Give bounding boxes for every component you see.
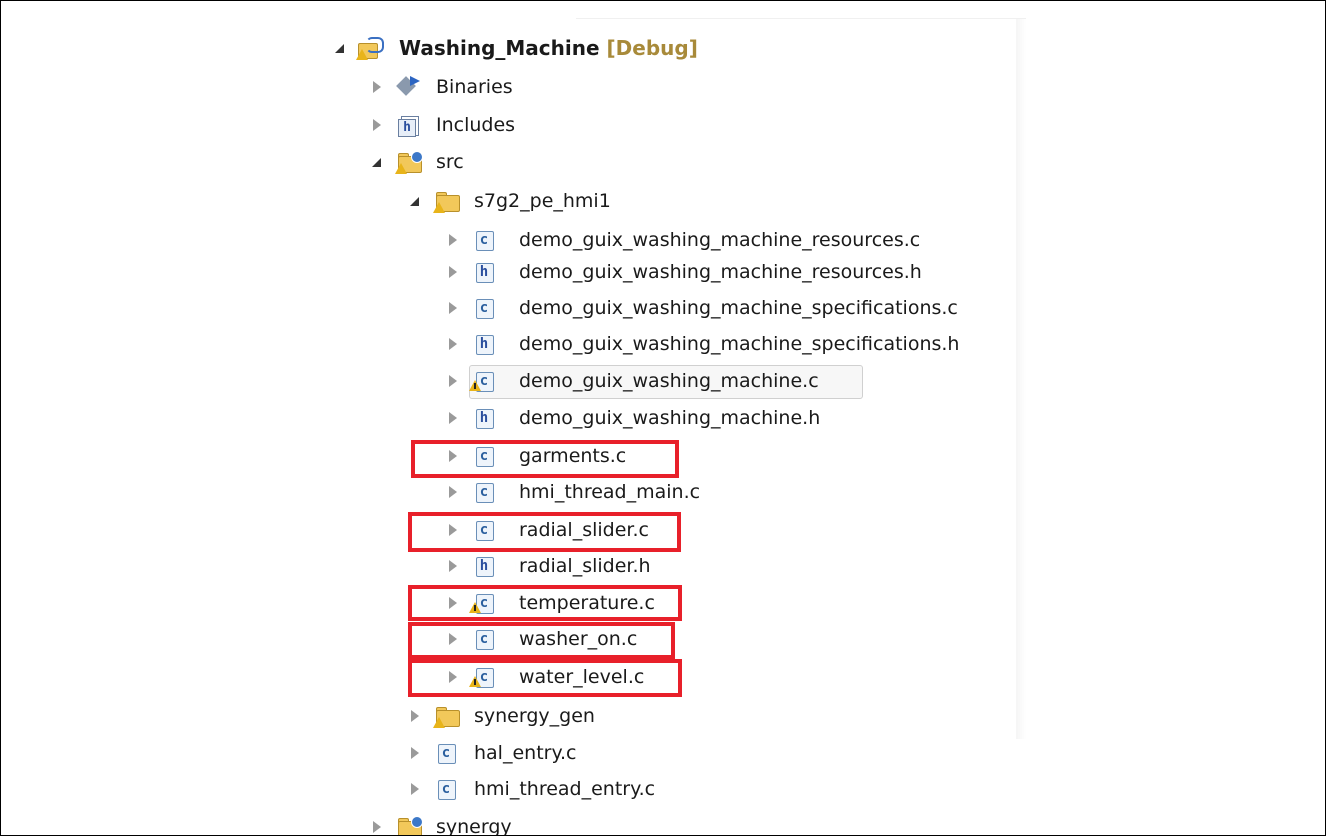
file-label: demo_guix_washing_machine.c [519, 370, 819, 392]
tree-item-label: hmi_thread_entry.c [474, 778, 656, 800]
collapse-arrow-icon[interactable] [447, 302, 459, 314]
build-config-label: [Debug] [606, 36, 698, 60]
source-folder-icon [395, 151, 423, 174]
tree-item-binaries[interactable]: Binaries [1, 69, 1325, 105]
c-file-icon: c [473, 297, 497, 319]
project-tree: Washing_Machine [Debug] Binaries h Inclu… [1, 1, 1325, 835]
h-file-icon: h [473, 407, 497, 429]
collapse-arrow-icon[interactable] [371, 821, 383, 833]
tree-item-label: hal_entry.c [474, 742, 577, 764]
tree-item-synergy[interactable]: synergy [1, 809, 1325, 836]
includes-icon: h [397, 114, 421, 137]
c-file-icon: c [473, 481, 497, 503]
collapse-arrow-icon[interactable] [409, 710, 421, 722]
tree-item-project[interactable]: Washing_Machine [Debug] [1, 30, 1325, 66]
c-project-icon [356, 37, 384, 60]
expand-arrow-icon[interactable] [409, 195, 421, 207]
file-label: hmi_thread_main.c [519, 481, 701, 503]
tree-item-label: Includes [436, 114, 516, 136]
tree-item-src[interactable]: src [1, 144, 1325, 180]
collapse-arrow-icon[interactable] [447, 338, 459, 350]
c-file-warning-icon: c [469, 370, 497, 392]
tree-item-file-selected[interactable]: c demo_guix_washing_machine.c [1, 363, 1325, 399]
tree-item-file[interactable]: h demo_guix_washing_machine.h [1, 400, 1325, 436]
tree-item-file[interactable]: h demo_guix_washing_machine_resources.h [1, 254, 1325, 290]
folder-icon [433, 705, 460, 728]
c-file-icon: c [435, 742, 459, 764]
tree-item-hal-entry[interactable]: c hal_entry.c [1, 735, 1325, 771]
tree-item-file[interactable]: h demo_guix_washing_machine_specificatio… [1, 326, 1325, 362]
folder-icon [433, 190, 460, 213]
tree-item-s7g2-folder[interactable]: s7g2_pe_hmi1 [1, 183, 1325, 219]
tree-item-file[interactable]: h radial_slider.h [1, 548, 1325, 584]
file-label: demo_guix_washing_machine_resources.c [519, 229, 921, 251]
collapse-arrow-icon[interactable] [409, 747, 421, 759]
collapse-arrow-icon[interactable] [447, 486, 459, 498]
file-label: demo_guix_washing_machine.h [519, 407, 821, 429]
c-file-icon: c [435, 778, 459, 800]
tree-item-label: src [436, 151, 464, 173]
highlight-box-temperature [408, 585, 682, 621]
collapse-arrow-icon[interactable] [371, 119, 383, 131]
source-folder-icon [397, 816, 423, 835]
collapse-arrow-icon[interactable] [447, 234, 459, 246]
file-label: demo_guix_washing_machine_specifications… [519, 297, 958, 319]
collapse-arrow-icon[interactable] [371, 81, 383, 93]
binaries-icon [396, 76, 421, 98]
collapse-arrow-icon[interactable] [409, 783, 421, 795]
highlight-box-garments [411, 440, 679, 478]
tree-item-file[interactable]: c hmi_thread_main.c [1, 474, 1325, 510]
tree-item-synergy-gen[interactable]: synergy_gen [1, 698, 1325, 734]
tree-item-includes[interactable]: h Includes [1, 107, 1325, 143]
project-explorer-frame: Washing_Machine [Debug] Binaries h Inclu… [0, 0, 1326, 836]
collapse-arrow-icon[interactable] [447, 412, 459, 424]
highlight-box-water-level [408, 659, 682, 697]
file-label: demo_guix_washing_machine_specifications… [519, 333, 960, 355]
tree-item-label: synergy_gen [474, 705, 595, 727]
tree-item-label: Binaries [436, 76, 513, 98]
tree-item-file[interactable]: c demo_guix_washing_machine_resources.c [1, 222, 1325, 258]
h-file-icon: h [473, 261, 497, 283]
tree-item-label: s7g2_pe_hmi1 [474, 190, 611, 212]
c-file-icon: c [473, 229, 497, 251]
highlight-box-radial-slider [408, 512, 681, 552]
h-file-icon: h [473, 555, 497, 577]
collapse-arrow-icon[interactable] [447, 375, 459, 387]
project-name-text: Washing_Machine [399, 36, 600, 60]
project-name: Washing_Machine [Debug] [399, 36, 698, 60]
h-file-icon: h [473, 333, 497, 355]
collapse-arrow-icon[interactable] [447, 266, 459, 278]
expand-arrow-icon[interactable] [334, 42, 346, 54]
file-label: radial_slider.h [519, 555, 651, 577]
highlight-box-washer-on [408, 622, 675, 659]
collapse-arrow-icon[interactable] [447, 560, 459, 572]
tree-item-hmi-thread-entry[interactable]: c hmi_thread_entry.c [1, 771, 1325, 807]
file-label: demo_guix_washing_machine_resources.h [519, 261, 922, 283]
tree-item-label: synergy [436, 816, 512, 836]
expand-arrow-icon[interactable] [371, 156, 383, 168]
tree-item-file[interactable]: c demo_guix_washing_machine_specificatio… [1, 290, 1325, 326]
